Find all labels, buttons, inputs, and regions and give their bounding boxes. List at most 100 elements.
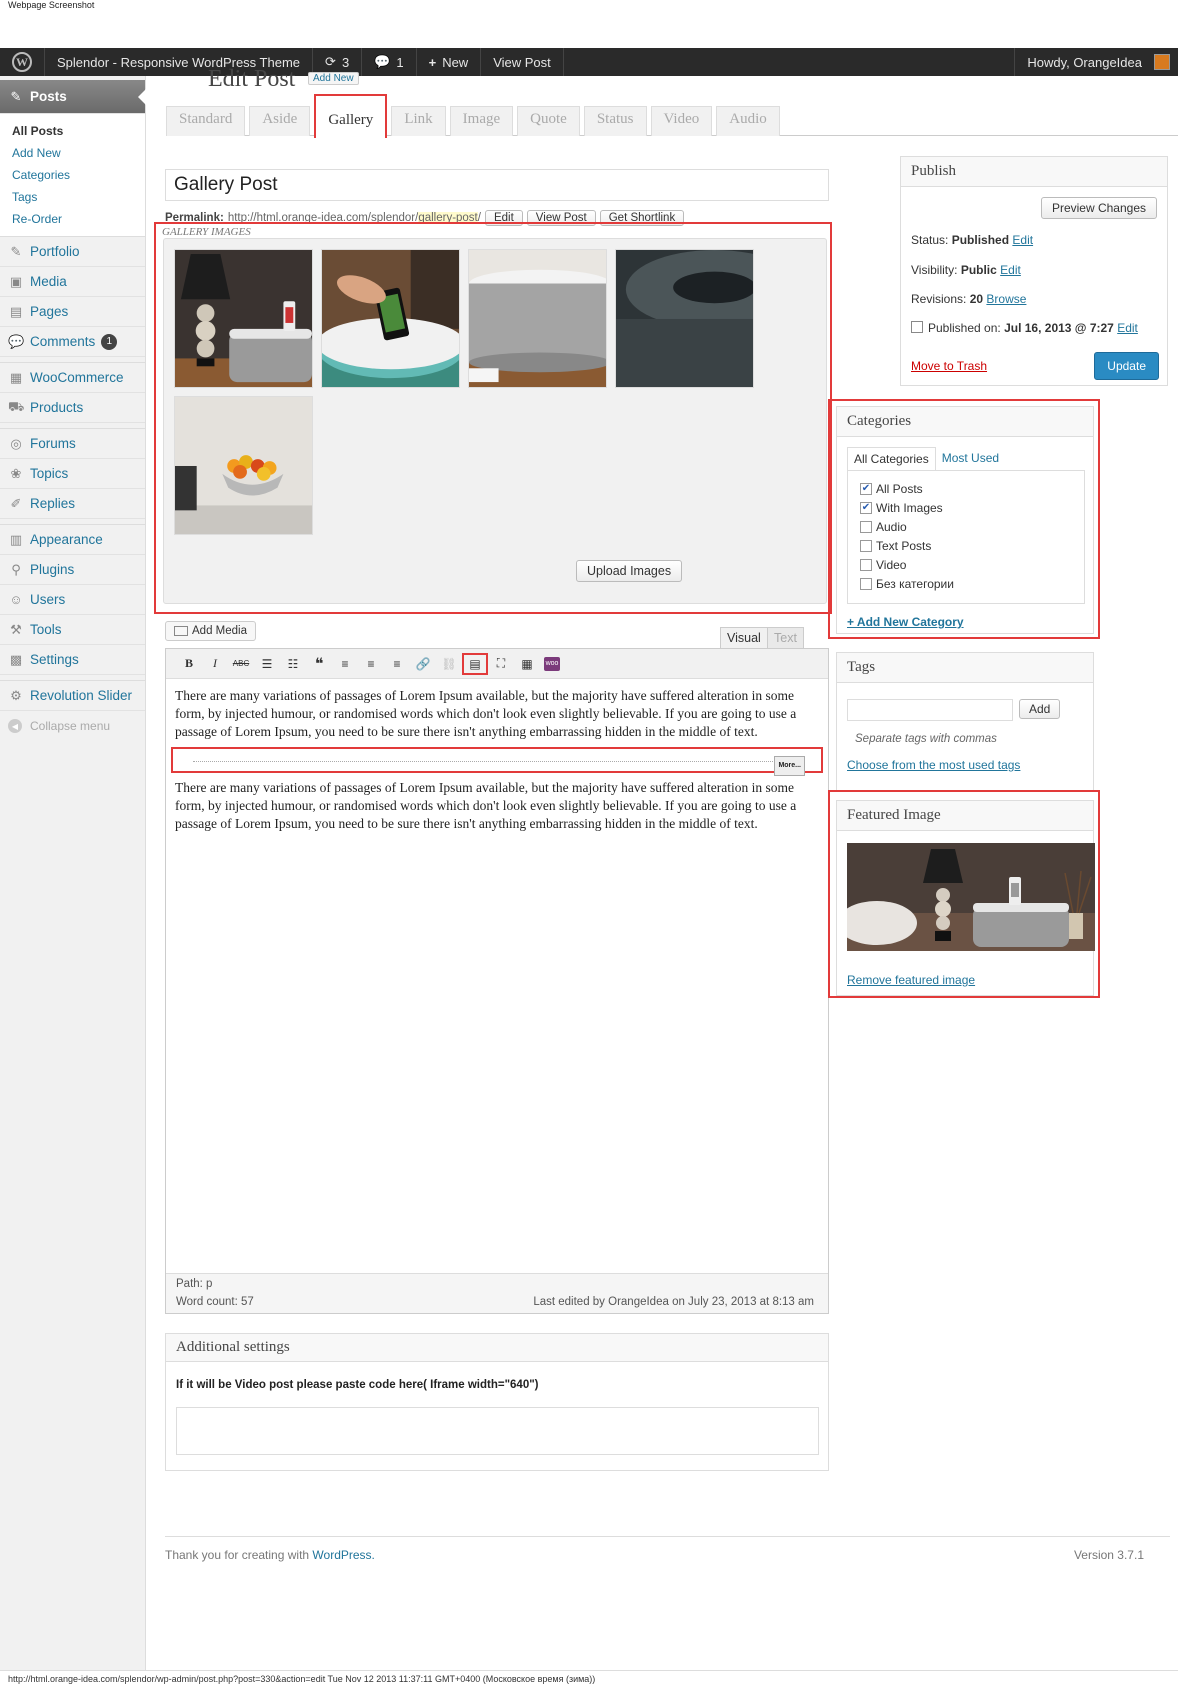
align-left-button[interactable]: ≡ xyxy=(332,653,358,675)
insert-more-button[interactable]: ▤ xyxy=(462,652,488,675)
add-new-category-link[interactable]: + Add New Category xyxy=(847,615,964,629)
revisions-browse-link[interactable]: Browse xyxy=(986,292,1026,306)
submenu-re-order[interactable]: Re-Order xyxy=(12,208,145,230)
blockquote-button[interactable]: ❝ xyxy=(306,653,332,675)
submenu-categories[interactable]: Categories xyxy=(12,164,145,186)
sidebar-item-revolution-slider[interactable]: ⚙ Revolution Slider xyxy=(0,681,145,711)
tab-most-used[interactable]: Most Used xyxy=(936,447,1005,470)
new-content-link[interactable]: + New xyxy=(417,48,482,76)
add-new-button[interactable]: Add New xyxy=(308,72,359,85)
status-edit-link[interactable]: Edit xyxy=(1012,233,1033,247)
checkbox-icon[interactable] xyxy=(860,520,872,533)
sidebar-item-forums[interactable]: ◎ Forums xyxy=(0,429,145,459)
gallery-image-4[interactable] xyxy=(615,249,754,388)
status-row: Status: Published Edit xyxy=(911,233,1033,247)
italic-button[interactable]: I xyxy=(202,653,228,675)
choose-most-used-tags-link[interactable]: Choose from the most used tags xyxy=(847,758,1020,772)
numbered-list-icon: ☷ xyxy=(287,656,299,671)
sidebar-item-woocommerce[interactable]: ▦ WooCommerce xyxy=(0,363,145,393)
post-title-input[interactable]: Gallery Post xyxy=(165,169,829,201)
gallery-image-2[interactable] xyxy=(321,249,460,388)
published-value: Jul 16, 2013 @ 7:27 xyxy=(1004,321,1114,335)
category-item[interactable]: Text Posts xyxy=(860,536,1072,555)
sidebar-item-settings[interactable]: ▩ Settings xyxy=(0,645,145,675)
collapse-menu-button[interactable]: ◀ Collapse menu xyxy=(0,711,145,741)
wordpress-link[interactable]: WordPress. xyxy=(312,1548,374,1562)
tab-image[interactable]: Image xyxy=(449,106,514,136)
align-center-button[interactable]: ≡ xyxy=(358,653,384,675)
numbered-list-button[interactable]: ☷ xyxy=(280,653,306,675)
tab-quote[interactable]: Quote xyxy=(517,106,580,136)
tab-audio[interactable]: Audio xyxy=(716,106,780,136)
add-media-button[interactable]: Add Media xyxy=(165,621,256,641)
submenu-all-posts[interactable]: All Posts xyxy=(12,120,145,142)
align-right-button[interactable]: ≡ xyxy=(384,653,410,675)
sidebar-item-pages[interactable]: ▤ Pages xyxy=(0,297,145,327)
fullscreen-button[interactable]: ⛶ xyxy=(488,653,514,675)
sidebar-item-plugins[interactable]: ⚲ Plugins xyxy=(0,555,145,585)
checkbox-checked-icon[interactable]: ✔ xyxy=(860,482,872,495)
more-tag-divider[interactable]: More... xyxy=(171,747,823,776)
visibility-edit-link[interactable]: Edit xyxy=(1000,263,1021,277)
bold-button[interactable]: B xyxy=(176,653,202,675)
woocommerce-shortcode-button[interactable]: woo xyxy=(544,656,560,671)
update-button[interactable]: Update xyxy=(1094,352,1159,380)
submenu-tags[interactable]: Tags xyxy=(12,186,145,208)
sidebar-item-users[interactable]: ☺ Users xyxy=(0,585,145,615)
sidebar-item-posts[interactable]: ✎ Posts xyxy=(0,80,146,114)
wp-logo-menu[interactable]: W xyxy=(0,48,45,76)
sidebar-item-replies[interactable]: ✐ Replies xyxy=(0,489,145,519)
sidebar-item-topics[interactable]: ❀ Topics xyxy=(0,459,145,489)
editor-content[interactable]: There are many variations of passages of… xyxy=(166,679,828,841)
remove-featured-image-link[interactable]: Remove featured image xyxy=(847,973,975,987)
category-item[interactable]: ✔ With Images xyxy=(860,498,1072,517)
category-item[interactable]: Без категории xyxy=(860,574,1072,593)
kitchen-sink-button[interactable]: ▦ xyxy=(514,653,540,675)
submenu-add-new[interactable]: Add New xyxy=(12,142,145,164)
sidebar-item-tools[interactable]: ⚒ Tools xyxy=(0,615,145,645)
featured-image-thumbnail[interactable] xyxy=(847,843,1095,951)
move-to-trash-link[interactable]: Move to Trash xyxy=(911,359,987,373)
add-tag-button[interactable]: Add xyxy=(1019,699,1061,719)
category-item[interactable]: Audio xyxy=(860,517,1072,536)
checkbox-icon[interactable] xyxy=(860,539,872,552)
checkbox-checked-icon[interactable]: ✔ xyxy=(860,501,872,514)
sidebar-item-portfolio[interactable]: ✎ Portfolio xyxy=(0,237,145,267)
strikethrough-button[interactable]: ABC xyxy=(228,653,254,675)
bullet-list-button[interactable]: ☰ xyxy=(254,653,280,675)
preview-changes-button[interactable]: Preview Changes xyxy=(1040,197,1157,219)
gallery-image-1[interactable] xyxy=(174,249,313,388)
checkbox-icon[interactable] xyxy=(860,558,872,571)
comments-link[interactable]: 💬 1 xyxy=(362,48,417,76)
tab-all-categories[interactable]: All Categories xyxy=(847,447,936,470)
sidebar-item-products[interactable]: ⛟ Products xyxy=(0,393,145,423)
upload-images-button[interactable]: Upload Images xyxy=(576,560,683,582)
sidebar-item-label: Media xyxy=(30,274,67,289)
tab-visual[interactable]: Visual xyxy=(720,627,768,648)
collapse-label: Collapse menu xyxy=(30,719,111,733)
video-code-textarea[interactable] xyxy=(176,1407,819,1455)
account-menu[interactable]: Howdy, OrangeIdea xyxy=(1014,48,1178,76)
tab-video[interactable]: Video xyxy=(650,106,713,136)
published-on-row: Published on: Jul 16, 2013 @ 7:27 Edit xyxy=(911,321,1138,335)
view-post-link[interactable]: View Post xyxy=(481,48,564,76)
category-item[interactable]: Video xyxy=(860,555,1072,574)
gallery-image-5[interactable] xyxy=(174,396,313,535)
published-edit-link[interactable]: Edit xyxy=(1117,321,1138,335)
gallery-image-3[interactable] xyxy=(468,249,607,388)
tags-input[interactable] xyxy=(847,699,1013,721)
checkbox-icon[interactable] xyxy=(860,577,872,590)
unlink-button[interactable]: ⛓ xyxy=(436,653,462,675)
insert-link-button[interactable]: 🔗 xyxy=(410,653,436,675)
sidebar-item-appearance[interactable]: ▥ Appearance xyxy=(0,525,145,555)
category-item[interactable]: ✔ All Posts xyxy=(860,479,1072,498)
tab-aside[interactable]: Aside xyxy=(249,106,311,136)
sidebar-item-comments[interactable]: 💬 Comments 1 xyxy=(0,327,145,357)
tab-link[interactable]: Link xyxy=(391,106,446,136)
tab-text[interactable]: Text xyxy=(767,627,804,648)
tab-gallery[interactable]: Gallery xyxy=(314,94,388,138)
tab-standard[interactable]: Standard xyxy=(166,106,246,136)
strikethrough-icon: ABC xyxy=(232,659,250,668)
sidebar-item-media[interactable]: ▣ Media xyxy=(0,267,145,297)
tab-status[interactable]: Status xyxy=(583,106,647,136)
